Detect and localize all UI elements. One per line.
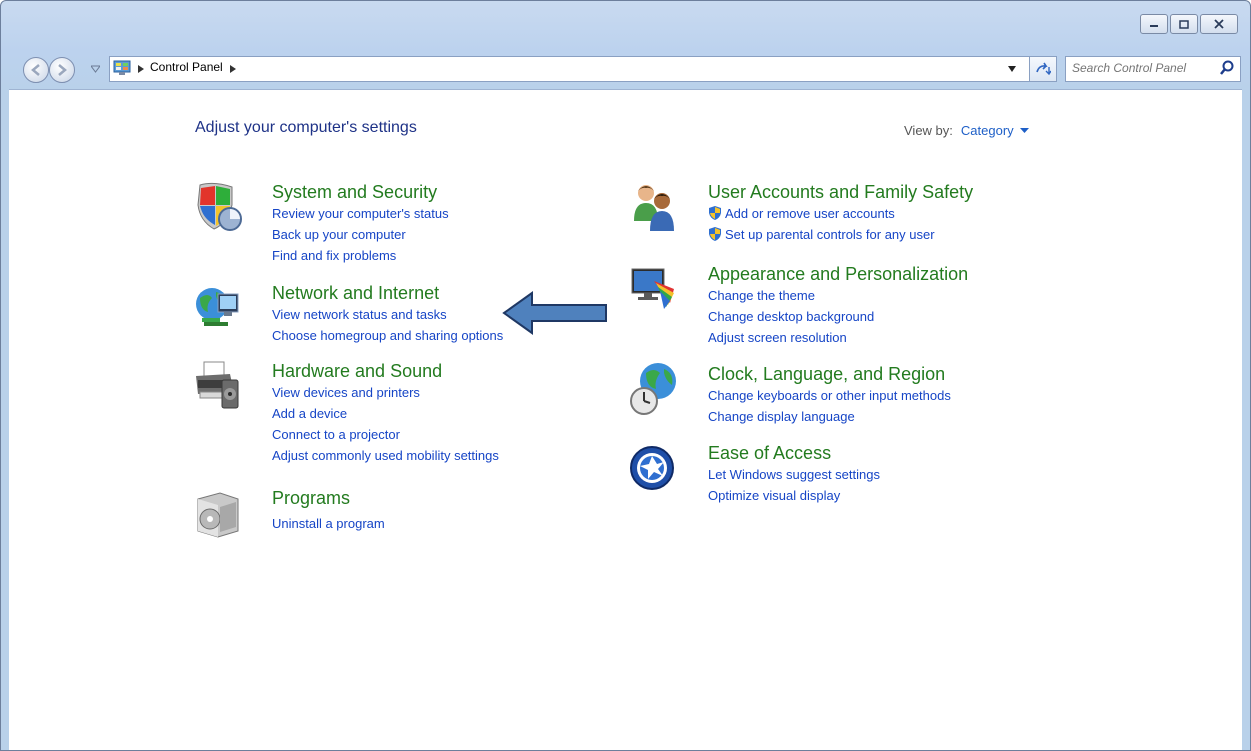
chevron-down-icon[interactable] xyxy=(1020,127,1030,135)
view-by-label: View by: xyxy=(904,123,953,138)
change-display-language-link[interactable]: Change display language xyxy=(708,406,951,427)
minimize-icon xyxy=(1150,25,1158,27)
back-button[interactable] xyxy=(23,57,49,83)
clock-globe-icon[interactable] xyxy=(630,363,678,415)
recent-pages-dropdown-icon[interactable] xyxy=(91,65,100,73)
find-and-fix-problems-link[interactable]: Find and fix problems xyxy=(272,245,449,266)
close-button[interactable] xyxy=(1200,14,1238,34)
forward-arrow-icon xyxy=(58,64,67,76)
uac-shield-icon xyxy=(709,206,721,220)
windows-suggest-settings-link[interactable]: Let Windows suggest settings xyxy=(708,464,880,485)
add-remove-accounts-row[interactable]: Add or remove user accounts xyxy=(708,203,973,224)
maximize-icon xyxy=(1179,19,1189,29)
programs-box-icon[interactable] xyxy=(194,487,242,539)
annotation-arrow xyxy=(502,291,607,335)
breadcrumb-separator-icon[interactable] xyxy=(230,65,236,73)
uac-shield-icon xyxy=(709,227,721,241)
view-devices-printers-link[interactable]: View devices and printers xyxy=(272,382,499,403)
refresh-button[interactable] xyxy=(1029,56,1057,82)
adjust-mobility-settings-link[interactable]: Adjust commonly used mobility settings xyxy=(272,445,499,466)
page-title: Adjust your computer's settings xyxy=(195,119,417,136)
appearance-link[interactable]: Appearance and Personalization xyxy=(708,263,968,285)
back-arrow-icon xyxy=(31,64,40,76)
maximize-button[interactable] xyxy=(1170,14,1198,34)
parental-controls-link[interactable]: Set up parental controls for any user xyxy=(725,227,935,242)
change-desktop-background-link[interactable]: Change desktop background xyxy=(708,306,968,327)
search-icon[interactable] xyxy=(1220,60,1234,76)
add-device-link[interactable]: Add a device xyxy=(272,403,499,424)
change-keyboards-link[interactable]: Change keyboards or other input methods xyxy=(708,385,951,406)
monitor-palette-icon[interactable] xyxy=(630,263,678,315)
back-up-computer-link[interactable]: Back up your computer xyxy=(272,224,449,245)
programs-link[interactable]: Programs xyxy=(272,487,385,509)
shield-icon[interactable] xyxy=(194,181,242,233)
connect-projector-link[interactable]: Connect to a projector xyxy=(272,424,499,445)
users-icon[interactable] xyxy=(630,181,678,233)
clock-language-region-link[interactable]: Clock, Language, and Region xyxy=(708,363,951,385)
add-remove-accounts-link[interactable]: Add or remove user accounts xyxy=(725,206,895,221)
breadcrumb-separator-icon[interactable] xyxy=(138,65,144,73)
control-panel-content: Adjust your computer's settings View by:… xyxy=(9,89,1242,750)
view-network-status-link[interactable]: View network status and tasks xyxy=(272,304,503,325)
minimize-button[interactable] xyxy=(1140,14,1168,34)
address-bar[interactable]: Control Panel xyxy=(109,56,1057,82)
system-and-security-link[interactable]: System and Security xyxy=(272,181,449,203)
adjust-resolution-link[interactable]: Adjust screen resolution xyxy=(708,327,968,348)
parental-controls-row[interactable]: Set up parental controls for any user xyxy=(708,224,973,245)
ease-of-access-icon[interactable] xyxy=(630,442,678,494)
network-globe-icon[interactable] xyxy=(194,282,242,334)
ease-of-access-link[interactable]: Ease of Access xyxy=(708,442,880,464)
navigation-toolbar: Control Panel xyxy=(1,53,1250,85)
hardware-and-sound-link[interactable]: Hardware and Sound xyxy=(272,360,499,382)
uninstall-program-link[interactable]: Uninstall a program xyxy=(272,513,385,534)
window-controls xyxy=(1138,14,1238,34)
network-and-internet-link[interactable]: Network and Internet xyxy=(272,282,503,304)
search-input[interactable] xyxy=(1072,61,1212,75)
choose-homegroup-link[interactable]: Choose homegroup and sharing options xyxy=(272,325,503,346)
user-accounts-link[interactable]: User Accounts and Family Safety xyxy=(708,181,973,203)
search-box[interactable] xyxy=(1065,56,1241,82)
review-status-link[interactable]: Review your computer's status xyxy=(272,203,449,224)
view-by-control: View by: Category xyxy=(904,123,1030,138)
optimize-visual-display-link[interactable]: Optimize visual display xyxy=(708,485,880,506)
forward-button[interactable] xyxy=(49,57,75,83)
breadcrumb-control-panel[interactable]: Control Panel xyxy=(150,60,223,74)
view-by-select[interactable]: Category xyxy=(961,123,1014,138)
refresh-icon xyxy=(1036,62,1051,76)
printer-speaker-icon[interactable] xyxy=(194,360,242,412)
control-panel-icon xyxy=(113,60,131,75)
change-theme-link[interactable]: Change the theme xyxy=(708,285,968,306)
close-icon xyxy=(1214,19,1224,29)
control-panel-window: Control Panel Adjust your computer's set… xyxy=(0,0,1251,751)
address-history-dropdown-icon[interactable] xyxy=(1008,66,1016,72)
